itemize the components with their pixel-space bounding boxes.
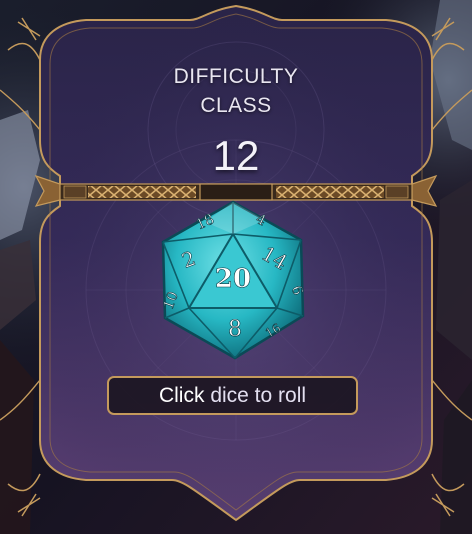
roll-button-label-rest: dice to roll	[210, 384, 307, 407]
dice-face-number: 8	[228, 317, 242, 342]
difficulty-class-label-line2: CLASS	[200, 94, 272, 117]
roll-dice-button[interactable]: Click dice to roll	[107, 376, 358, 415]
difficulty-class-value: 12	[212, 132, 260, 179]
dice-top-number: 20	[215, 264, 251, 294]
difficulty-class-label-line1: DIFFICULTY	[173, 65, 299, 88]
dice-roll-screen: DIFFICULTY CLASS 12 20 18 4 2 14 8 10 6 …	[0, 0, 472, 534]
d20-dice[interactable]: 20 18 4 2 14 8 10 6 16	[155, 198, 311, 362]
roll-button-label-click: Click	[158, 384, 205, 407]
